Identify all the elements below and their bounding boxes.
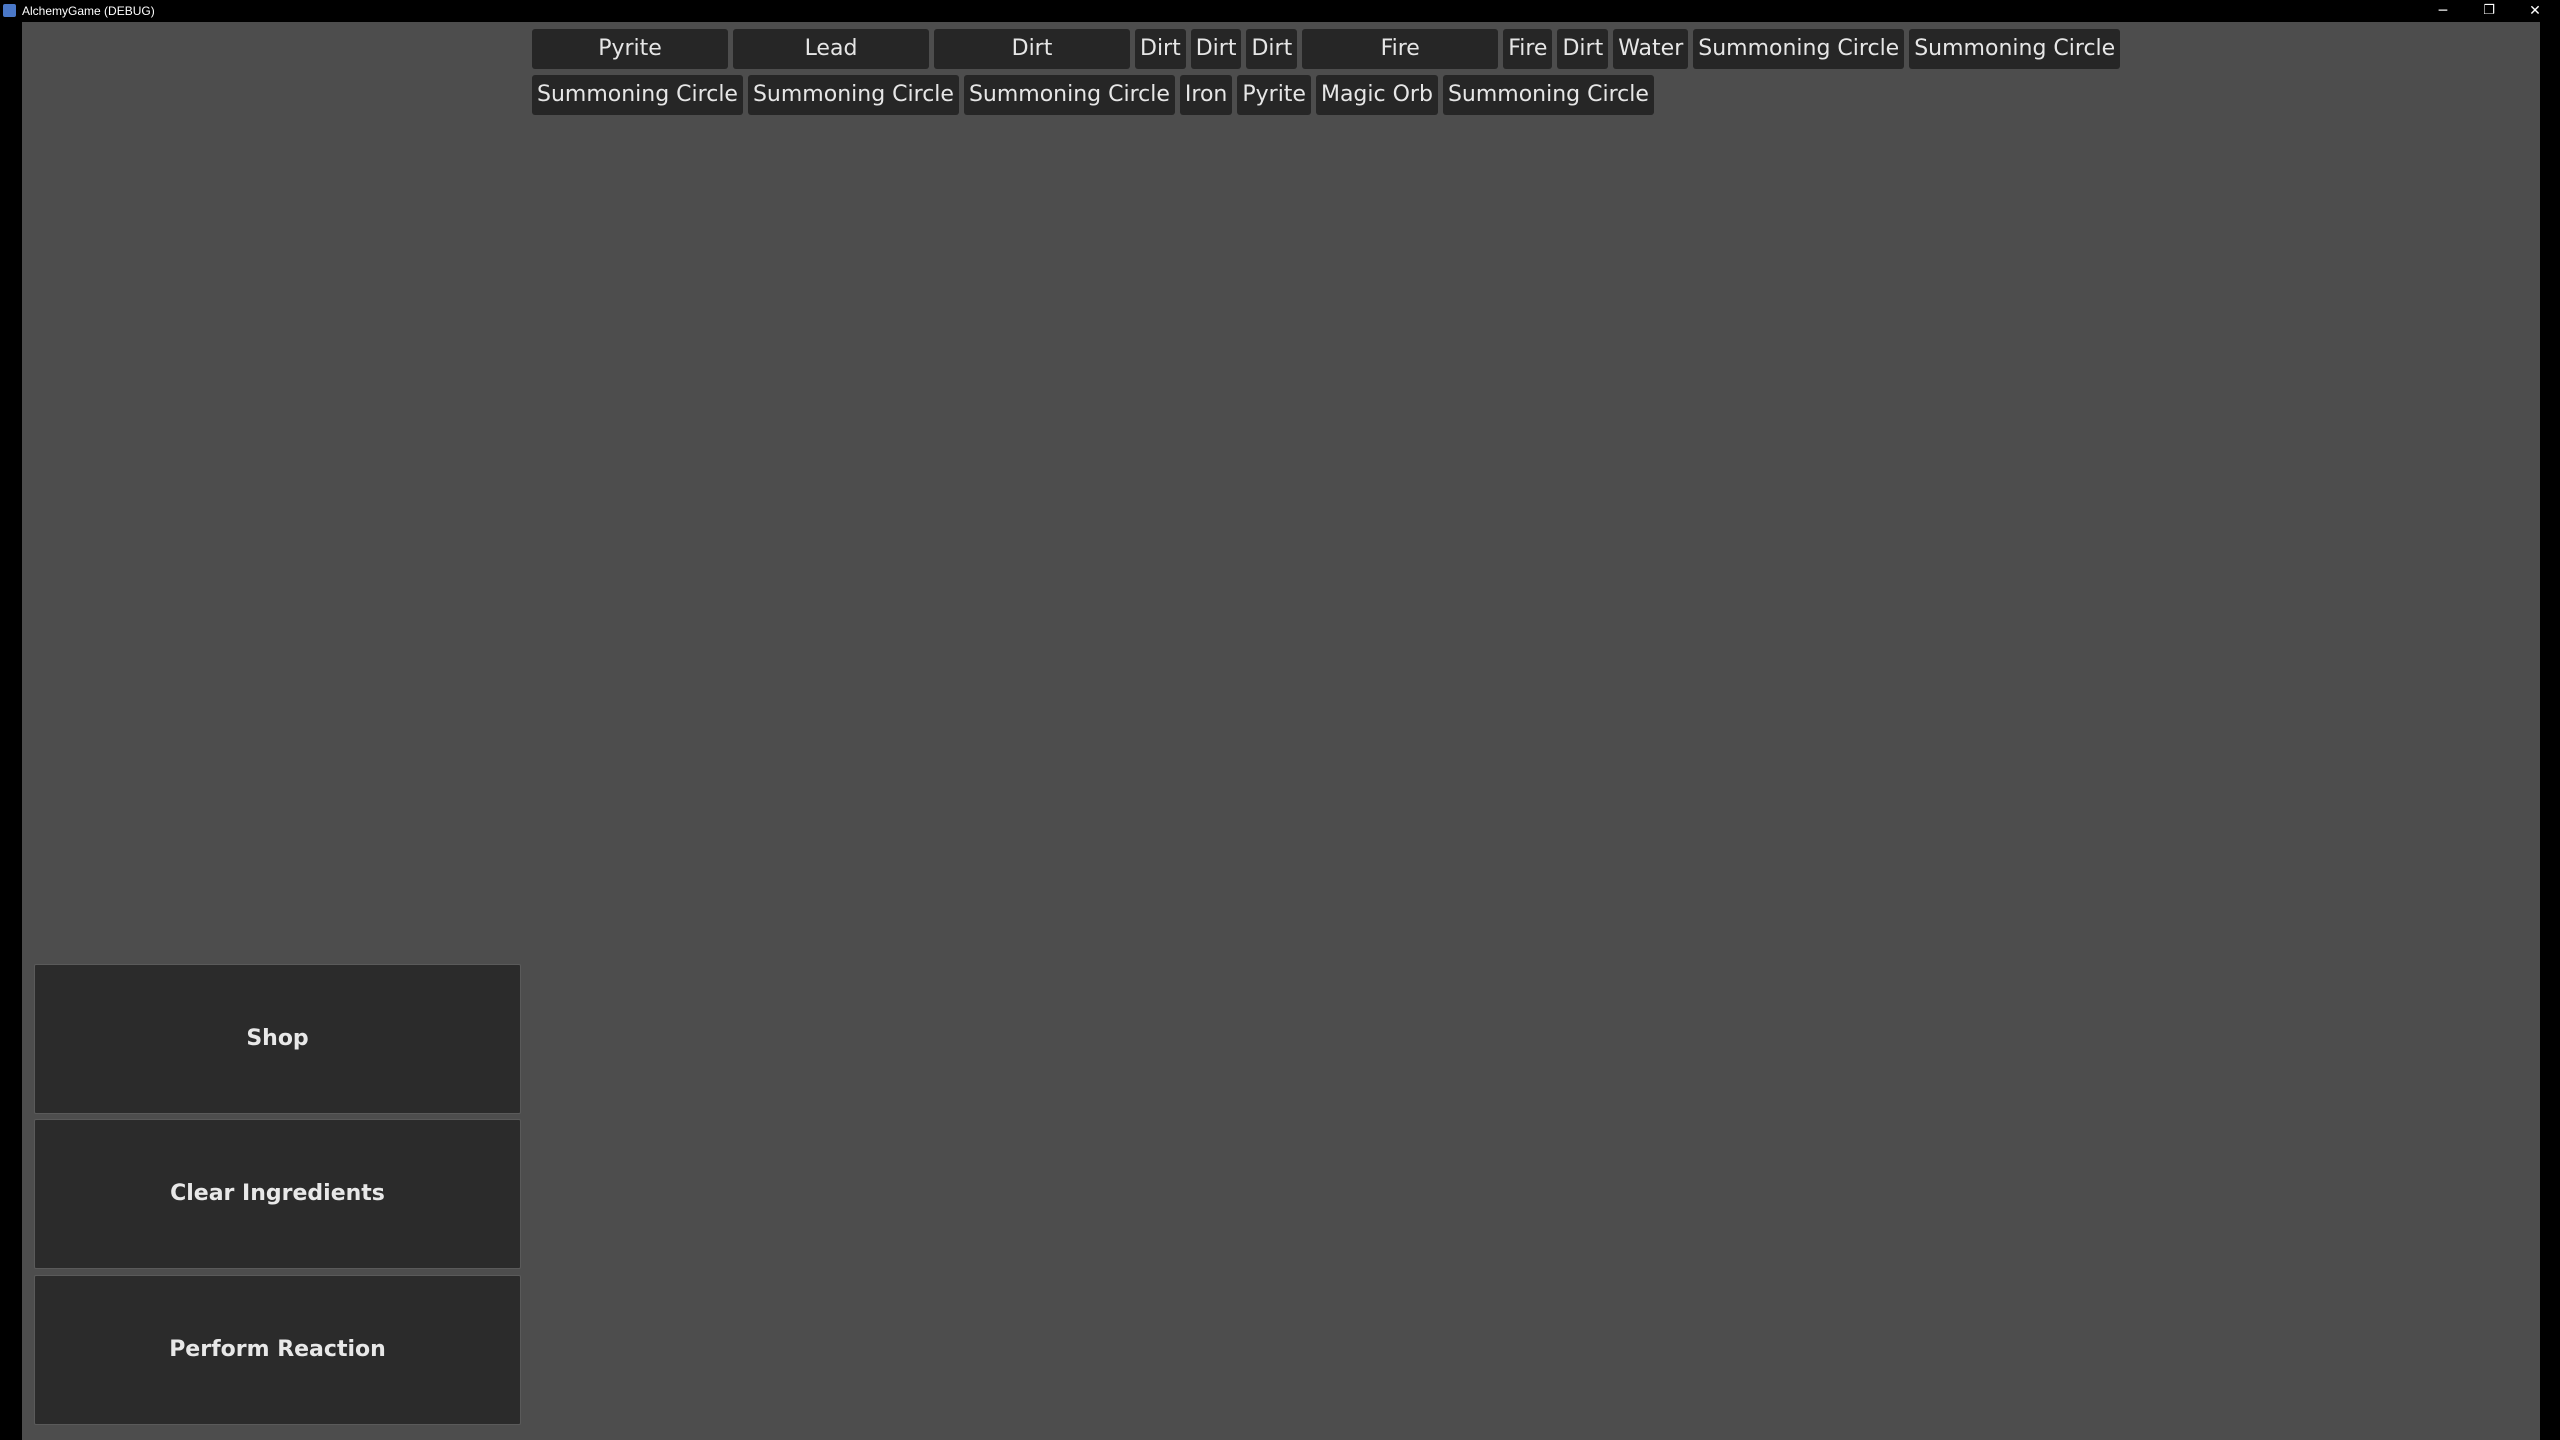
ingredient-button[interactable]: Magic Orb [1315, 75, 1438, 115]
ingredient-button[interactable]: Dirt [1135, 29, 1186, 69]
title-bar: AlchemyGame (DEBUG) ─ ❐ ✕ [0, 0, 2560, 22]
ingredient-button[interactable]: Summoning Circle [963, 75, 1175, 115]
window-edge [2540, 22, 2560, 1440]
ingredient-button[interactable]: Water [1613, 29, 1689, 69]
ingredient-button[interactable]: Dirt [1190, 29, 1242, 69]
ingredient-row-2: Summoning Circle Summoning Circle Summonin… [532, 75, 1654, 115]
ingredient-button[interactable]: Pyrite [1237, 75, 1311, 115]
close-icon[interactable]: ✕ [2512, 0, 2558, 22]
ingredient-button[interactable]: Pyrite [532, 29, 728, 69]
restore-icon[interactable]: ❐ [2466, 0, 2512, 22]
ingredient-button[interactable]: Summoning Circle [532, 75, 743, 115]
ingredient-row-1: Pyrite Lead Dirt Dirt Dirt Dirt Fire Fire Dirt Wa… [532, 29, 2121, 69]
ingredient-button[interactable]: Fire [1503, 29, 1553, 69]
clear-ingredients-button[interactable]: Clear Ingredients [34, 1119, 521, 1269]
ingredient-button[interactable]: Summoning Circle [1442, 75, 1654, 115]
ingredient-button[interactable]: Fire [1302, 29, 1499, 69]
ingredient-button[interactable]: Lead [733, 29, 929, 69]
ingredient-button[interactable]: Dirt [1246, 29, 1298, 69]
ingredient-button[interactable]: Summoning Circle [1909, 29, 2121, 69]
ingredient-button[interactable]: Dirt [1557, 29, 1609, 69]
ingredient-button[interactable]: Dirt [934, 29, 1130, 69]
ingredient-button[interactable]: Summoning Circle [1693, 29, 1905, 69]
perform-reaction-button[interactable]: Perform Reaction [34, 1275, 521, 1425]
window-title: AlchemyGame (DEBUG) [22, 4, 155, 18]
ingredient-button[interactable]: Iron [1179, 75, 1233, 115]
app-icon [3, 4, 16, 17]
shop-button[interactable]: Shop [34, 964, 521, 1114]
ingredient-button[interactable]: Summoning Circle [747, 75, 959, 115]
minimize-icon[interactable]: ─ [2420, 0, 2466, 22]
